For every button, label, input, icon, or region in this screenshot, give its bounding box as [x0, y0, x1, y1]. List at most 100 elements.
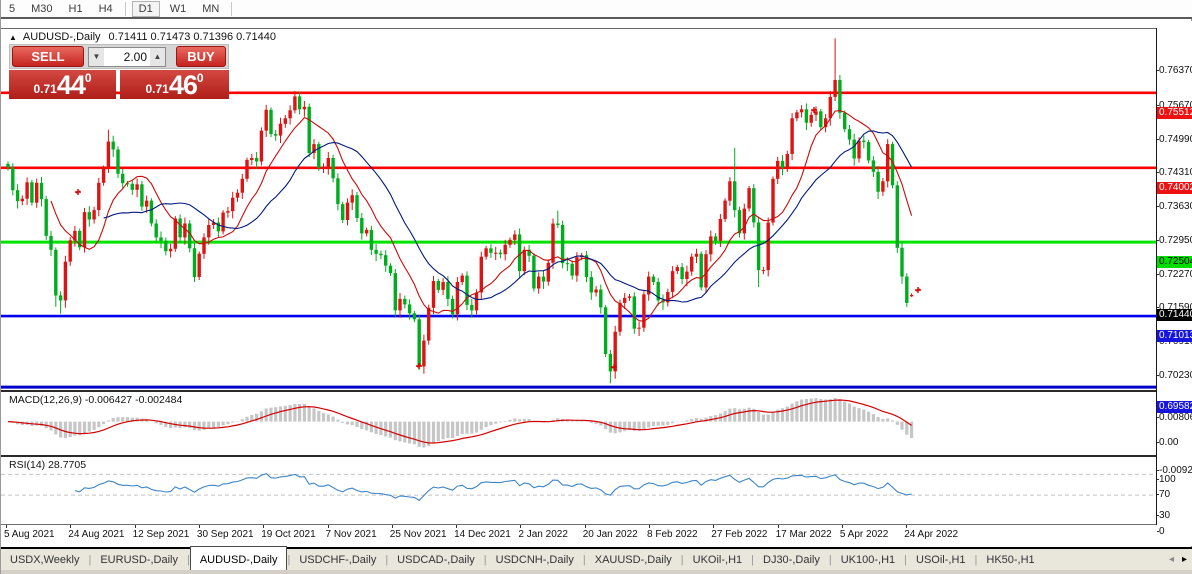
rsi-line: [74, 472, 912, 502]
rsi-axis-tick: 70: [1155, 489, 1171, 501]
trade-prices-row: 0.71 44 0 0.71 46 0: [9, 70, 229, 99]
macd-axis-tick: 0.008061: [1156, 412, 1192, 423]
price-level-badge: 0.75512: [1157, 106, 1192, 119]
chart-tab-usdchf-daily[interactable]: USDCHF-,Daily: [290, 549, 385, 570]
sell-button[interactable]: SELL: [12, 46, 84, 67]
date-axis-label: 5 Aug 2021: [4, 529, 55, 540]
date-axis-label: 17 Mar 2022: [775, 529, 832, 540]
volume-increase-button[interactable]: ▲: [150, 47, 165, 66]
price-axis-tick: 0.74310: [1155, 167, 1192, 178]
tab-scroll-nav: ◂ ▸: [1169, 554, 1192, 565]
price-level-badge: 0.71440: [1157, 308, 1192, 321]
chart-tab-xauusd-daily[interactable]: XAUUSD-,Daily: [586, 549, 681, 570]
rsi-indicator-canvas[interactable]: [1, 457, 1156, 524]
chart-tab-usdcnh-daily[interactable]: USDCNH-,Daily: [487, 549, 583, 570]
timeframe-button-MN[interactable]: MN: [196, 2, 225, 16]
date-tick-mark: [391, 525, 393, 528]
date-axis-label: 14 Dec 2021: [454, 529, 511, 540]
chart-tab-dj30-daily[interactable]: DJ30-,Daily: [754, 549, 829, 570]
buy-price-big-digits: 46: [168, 70, 198, 100]
date-tick-mark: [6, 525, 7, 528]
one-click-panel-collapse-icon[interactable]: ▲: [9, 33, 17, 42]
date-tick-mark: [649, 525, 650, 528]
rsi-axis-tick: 30: [1155, 510, 1171, 522]
price-axis-tick: 0.70230: [1155, 370, 1192, 381]
chart-tab-usoil-h1[interactable]: USOil-,H1: [907, 549, 975, 570]
chart-ohlc-values: 0.71411 0.71473 0.71396 0.71440: [108, 31, 276, 43]
toolbar-separator: [231, 1, 233, 16]
price-axis-tick: 0.76370: [1155, 65, 1192, 76]
date-axis-label: 5 Apr 2022: [839, 529, 889, 540]
date-axis-label: 24 Apr 2022: [904, 529, 959, 540]
volume-input[interactable]: 2.00: [104, 50, 150, 64]
timeframe-button-H1[interactable]: H1: [63, 2, 89, 16]
toolbar-separator: [124, 1, 126, 16]
axis-divider-line: [1156, 28, 1157, 546]
date-tick-mark: [263, 525, 265, 528]
timeframe-button-H4[interactable]: H4: [93, 2, 119, 16]
chart-symbol-title: AUDUSD-,Daily: [22, 31, 101, 43]
rsi-indicator-label: RSI(14) 28.7705: [9, 459, 87, 471]
trade-marker-icon: [75, 189, 81, 195]
buy-price-pip-digit: 0: [196, 71, 204, 85]
date-tick-mark: [327, 525, 329, 528]
date-tick-mark: [520, 525, 522, 528]
date-tick-mark: [134, 525, 136, 528]
timeframe-toolbar: 5 M30 H1 H4 D1 W1 MN: [1, 0, 1192, 19]
timeframe-button-D1[interactable]: D1: [131, 0, 160, 17]
price-axis-tick: 0.73630: [1155, 201, 1192, 212]
date-tick-mark: [70, 525, 72, 528]
date-axis-label: 8 Feb 2022: [647, 529, 698, 540]
date-tick-mark: [713, 525, 715, 528]
tab-scroll-left-icon[interactable]: ◂: [1169, 554, 1174, 565]
price-level-badge: 0.74002: [1157, 181, 1192, 194]
sell-price-big-digits: 44: [56, 70, 86, 100]
price-axis: 0.76370 0.75670 0.74990 0.74310 0.73630 0.729…: [1155, 28, 1192, 546]
chart-tab-eurusd-daily[interactable]: EURUSD-,Daily: [91, 549, 187, 570]
timeframe-button-W1[interactable]: W1: [164, 2, 193, 16]
buy-price-prefix: 0.71: [145, 82, 169, 96]
date-axis-label: 19 Oct 2021: [261, 529, 316, 540]
timeframe-button-5[interactable]: 5: [3, 2, 21, 16]
volume-spinner: ▼ 2.00 ▲: [88, 46, 166, 67]
date-axis-label: 12 Sep 2021: [132, 529, 190, 540]
date-tick-mark: [906, 525, 908, 528]
date-tick-mark: [841, 525, 843, 528]
date-tick-mark: [198, 525, 200, 528]
chart-tab-usdcad-daily[interactable]: USDCAD-,Daily: [388, 549, 484, 570]
trade-marker-icon: [915, 287, 921, 293]
buy-button[interactable]: BUY: [176, 46, 226, 67]
date-axis-label: 2 Jan 2022: [518, 529, 568, 540]
volume-decrease-button[interactable]: ▼: [89, 47, 104, 66]
price-axis-tick: 0.72950: [1155, 235, 1192, 246]
timeframe-button-M30[interactable]: M30: [25, 2, 58, 16]
price-level-badge: 0.71013: [1157, 330, 1192, 343]
sell-price-prefix: 0.71: [33, 82, 57, 96]
trade-controls-row: SELL ▼ 2.00 ▲ BUY: [9, 44, 229, 69]
date-tick-mark: [777, 525, 779, 528]
macd-indicator-label: MACD(12,26,9) -0.006427 -0.002484: [9, 394, 183, 406]
rsi-axis-tick: 100: [1156, 474, 1176, 485]
date-axis-label: 24 Aug 2021: [68, 529, 125, 540]
chart-tab-hk50-h1[interactable]: HK50-,H1: [977, 549, 1043, 570]
ma-slow-line: [103, 130, 913, 303]
tab-scroll-right-icon[interactable]: ▸: [1182, 554, 1187, 565]
buy-price-display[interactable]: 0.71 46 0: [120, 70, 229, 99]
trade-marker-icon: [416, 363, 422, 369]
one-click-trade-panel: SELL ▼ 2.00 ▲ BUY 0.71 44 0 0.71 46 0: [9, 44, 229, 99]
macd-axis-tick: 0.00: [1155, 436, 1179, 448]
price-axis-tick: 0.72270: [1155, 269, 1192, 280]
sell-price-display[interactable]: 0.71 44 0: [9, 70, 116, 99]
status-bar: [1, 570, 1192, 574]
chart-tab-usdx-weekly[interactable]: USDX,Weekly: [1, 549, 88, 570]
chart-header: ▲ AUDUSD-,Daily 0.71411 0.71473 0.71396 …: [9, 30, 276, 44]
price-level-badge: 0.72504: [1157, 256, 1192, 269]
date-axis: 5 Aug 2021 24 Aug 2021 12 Sep 2021 30 Sep 2…: [1, 525, 1157, 546]
chart-tab-uk100-h1[interactable]: UK100-,H1: [832, 549, 904, 570]
chart-tab-audusd-daily[interactable]: AUDUSD-,Daily: [189, 546, 288, 570]
chart-area[interactable]: ▲ AUDUSD-,Daily 0.71411 0.71473 0.71396 …: [1, 21, 1192, 546]
chart-tab-ukoil-h1[interactable]: UKOil-,H1: [684, 549, 752, 570]
date-axis-label: 27 Feb 2022: [711, 529, 768, 540]
date-axis-label: 30 Sep 2021: [196, 529, 254, 540]
date-tick-mark: [456, 525, 458, 528]
